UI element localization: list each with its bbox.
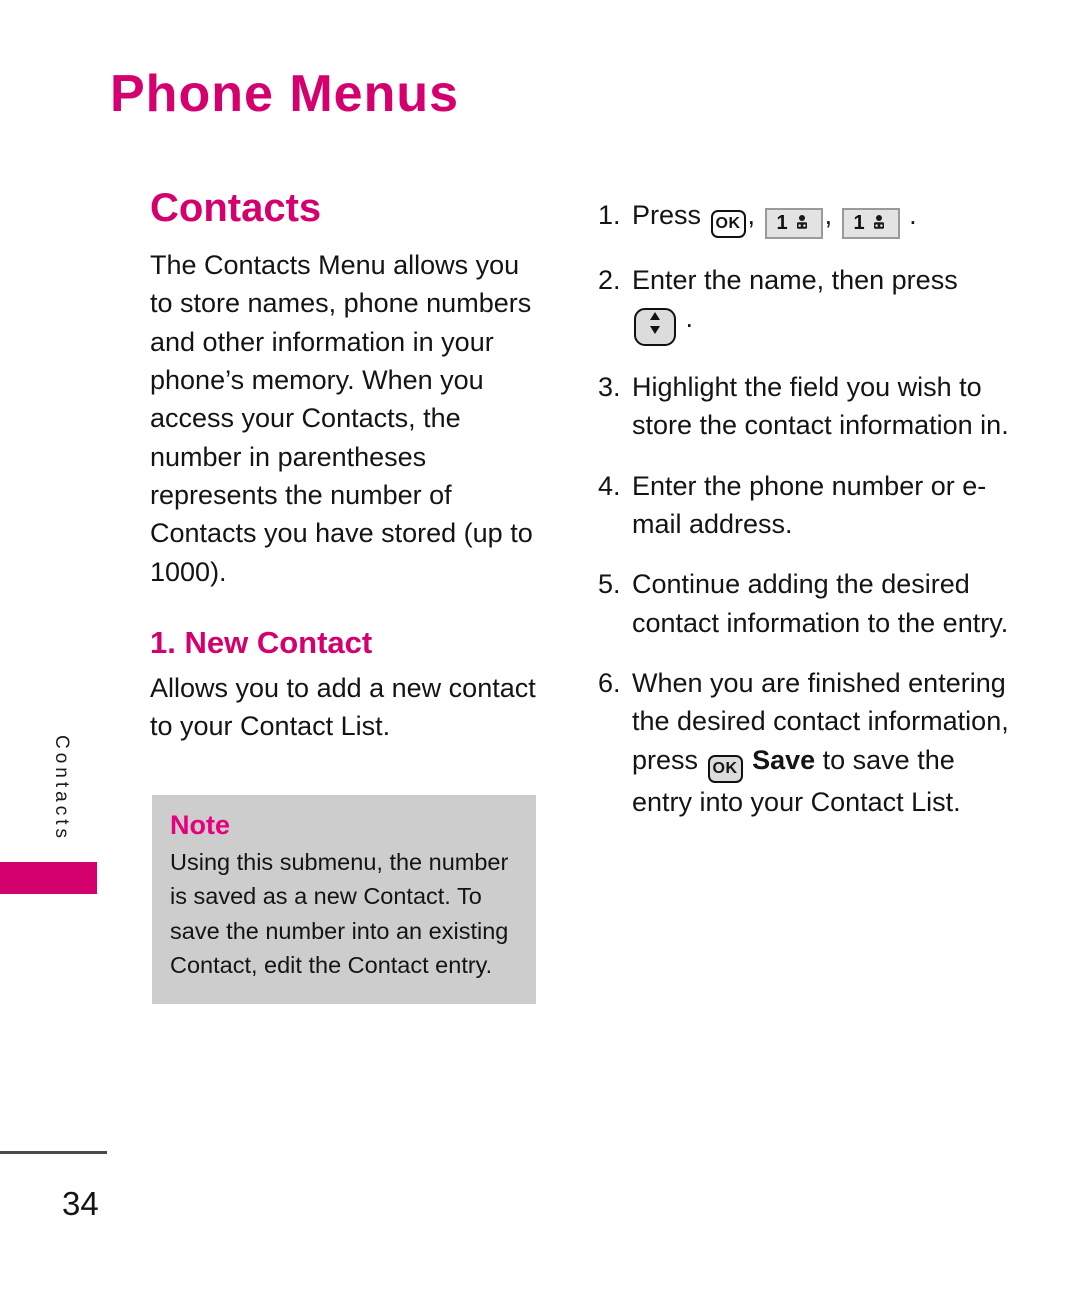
step-item: 6. When you are finished entering the de… — [598, 664, 1018, 821]
step-text: Enter the name, then press . — [632, 261, 1018, 346]
new-contact-description: Allows you to add a new contact to your … — [150, 672, 536, 741]
page-number: 34 — [62, 1185, 99, 1222]
note-body: Using this submenu, the number is saved … — [170, 849, 509, 978]
step-text-pre: Enter the name, then press — [632, 264, 958, 295]
ok-key-icon[interactable]: OK — [710, 210, 746, 238]
save-label: Save — [752, 744, 816, 775]
right-column-steps: 1. Press OK, 1, 1 . 2. Enter the name, t… — [598, 196, 1018, 843]
step-item: 3. Highlight the field you wish to store… — [598, 368, 1018, 445]
subsection-heading-new-contact: 1. New Contact — [150, 624, 373, 660]
step-item: 4. Enter the phone number or e-mail addr… — [598, 467, 1018, 544]
footer-rule — [0, 1151, 107, 1154]
contacts-intro-paragraph: The Contacts Menu allows you to store na… — [150, 250, 533, 587]
note-title: Note — [170, 810, 230, 840]
key-digit-label: 1 — [853, 212, 865, 234]
step-text: Highlight the field you wish to store th… — [632, 371, 1009, 441]
step-item: 2. Enter the name, then press . — [598, 261, 1018, 346]
step-number: 3. — [598, 371, 621, 402]
page-title: Phone Menus — [110, 65, 460, 123]
navigation-key-icon[interactable] — [634, 307, 676, 346]
one-contacts-key-icon[interactable]: 1 — [841, 207, 900, 239]
one-contacts-key-icon[interactable]: 1 — [764, 207, 823, 239]
ok-key-icon[interactable]: OK — [707, 754, 743, 783]
step-number: 2. — [598, 264, 621, 295]
step-item: 1. Press OK, 1, 1 . — [598, 196, 1018, 239]
up-down-arrows-icon — [648, 308, 662, 346]
step-text: Continue adding the desired contact info… — [632, 569, 1009, 638]
step-text-pre: Press — [632, 200, 702, 230]
step-item: 5. Continue adding the desired contact i… — [598, 565, 1018, 642]
step-number: 6. — [598, 667, 621, 698]
contacts-glyph-icon — [793, 210, 811, 237]
side-tab-label: Contacts — [51, 735, 72, 842]
step-number: 1. — [598, 200, 621, 230]
side-tab-marker — [0, 862, 97, 894]
left-column: Contacts The Contacts Menu allows you to… — [150, 186, 540, 745]
step-number: 5. — [598, 569, 621, 600]
key-digit-label: 1 — [776, 212, 788, 234]
section-heading-contacts: Contacts — [150, 186, 322, 230]
step-text-post: . — [909, 200, 917, 230]
step-number: 4. — [598, 470, 621, 501]
step-text: Press OK, 1, 1 . — [632, 196, 1018, 239]
contacts-glyph-icon — [870, 210, 888, 237]
step-text-post: . — [685, 302, 694, 333]
step-text: Enter the phone number or e-mail address… — [632, 470, 987, 539]
step-text: When you are finished entering the desir… — [632, 664, 1018, 821]
note-box: Note Using this submenu, the number is s… — [152, 795, 536, 1004]
